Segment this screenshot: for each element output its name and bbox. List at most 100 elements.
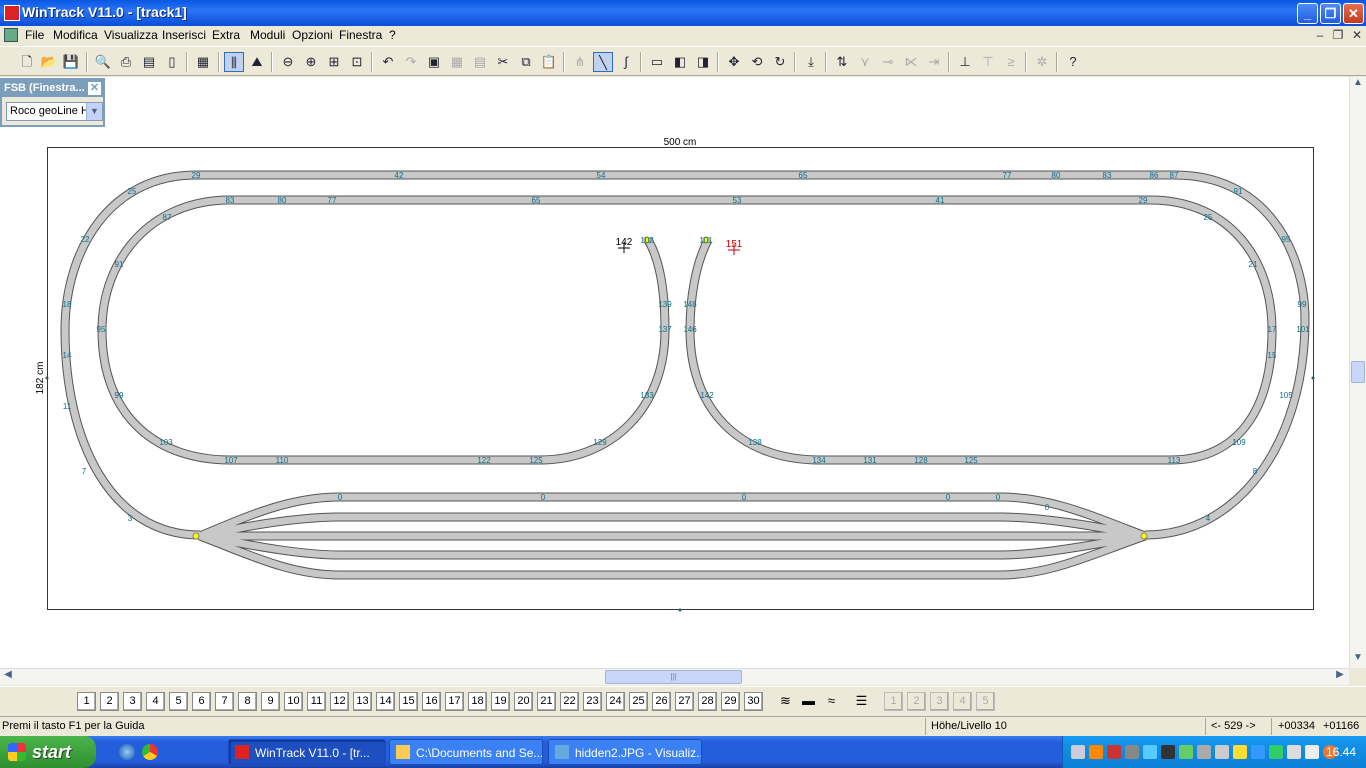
switch-tool-icon[interactable]: ⋔	[570, 52, 590, 72]
layers-icon[interactable]: ≋	[776, 692, 795, 711]
open-folder-icon[interactable]: 📂	[39, 52, 59, 72]
library-icon[interactable]: ▦	[193, 52, 213, 72]
layer-button-26[interactable]: 26	[652, 692, 671, 711]
layer-edit-icon[interactable]: ≈	[822, 692, 841, 711]
menu-finestra[interactable]: Finestra	[339, 28, 382, 42]
vertical-scroll-thumb[interactable]	[1351, 361, 1365, 383]
layer-extra-button-3[interactable]: 3	[930, 692, 949, 711]
layer-button-7[interactable]: 7	[215, 692, 234, 711]
straight-track-icon[interactable]: ╲	[593, 52, 613, 72]
layer-button-25[interactable]: 25	[629, 692, 648, 711]
start-button[interactable]: start	[0, 736, 96, 768]
layer-extra-button-5[interactable]: 5	[976, 692, 995, 711]
library-select[interactable]: Roco geoLine H ▼	[6, 102, 103, 121]
tray-icon-11[interactable]	[1251, 745, 1265, 759]
layer-stack-icon[interactable]: ☰	[852, 692, 871, 711]
tray-icon-12[interactable]	[1269, 745, 1283, 759]
redo-icon[interactable]: ↷	[401, 52, 421, 72]
layers-red-icon[interactable]: ◧	[670, 52, 690, 72]
chevron-down-icon[interactable]: ▼	[86, 103, 102, 120]
print-icon[interactable]: ⎙	[116, 52, 136, 72]
layer-button-10[interactable]: 10	[284, 692, 303, 711]
measure-icon[interactable]: ⊥	[955, 52, 975, 72]
layer-extra-button-1[interactable]: 1	[884, 692, 903, 711]
zoom-area-icon[interactable]: ⊞	[324, 52, 344, 72]
split-icon[interactable]: ⋎	[855, 52, 875, 72]
save-icon[interactable]: 💾	[61, 52, 81, 72]
layer-button-27[interactable]: 27	[675, 692, 694, 711]
layer-button-3[interactable]: 3	[123, 692, 142, 711]
tray-icon-5[interactable]	[1143, 745, 1157, 759]
volume-icon[interactable]	[1305, 745, 1319, 759]
tray-icon-7[interactable]	[1179, 745, 1193, 759]
layer-button-13[interactable]: 13	[353, 692, 372, 711]
scroll-right-icon[interactable]: ▶	[1332, 669, 1348, 685]
tray-icon-1[interactable]	[1071, 745, 1085, 759]
drawing-canvas[interactable]: 500 cm 182 cm 29 42 54 65 77 80 83 86 87…	[0, 77, 1349, 668]
layer-button-8[interactable]: 8	[238, 692, 257, 711]
scroll-up-icon[interactable]: ▲	[1350, 77, 1366, 93]
layer-button-23[interactable]: 23	[583, 692, 602, 711]
print-setup-icon[interactable]: ▤	[139, 52, 159, 72]
tray-icon-13[interactable]	[1287, 745, 1301, 759]
layer-extra-button-4[interactable]: 4	[953, 692, 972, 711]
layer-extra-button-2[interactable]: 2	[907, 692, 926, 711]
layer-button-18[interactable]: 18	[468, 692, 487, 711]
minimize-button[interactable]: _	[1297, 3, 1318, 24]
fsb-close-icon[interactable]: ✕	[88, 82, 101, 95]
layer-button-11[interactable]: 11	[307, 692, 326, 711]
security-icon[interactable]	[1233, 745, 1247, 759]
track-layout[interactable]: 500 cm 182 cm 29 42 54 65 77 80 83 86 87…	[0, 77, 1349, 668]
ungroup-icon[interactable]: ▤	[470, 52, 490, 72]
undo-icon[interactable]: ↶	[378, 52, 398, 72]
layer-button-1[interactable]: 1	[77, 692, 96, 711]
menu-modifica[interactable]: Modifica	[53, 28, 98, 42]
copy-icon[interactable]: ⧉	[516, 52, 536, 72]
menu-opzioni[interactable]: Opzioni	[292, 28, 333, 42]
cut-icon[interactable]: ✂	[493, 52, 513, 72]
tray-icon-3[interactable]	[1107, 745, 1121, 759]
zoom-fit-icon[interactable]: ⊡	[347, 52, 367, 72]
layer-button-30[interactable]: 30	[744, 692, 763, 711]
document-icon[interactable]	[4, 28, 18, 42]
layer-button-5[interactable]: 5	[169, 692, 188, 711]
height-icon[interactable]: ⇅	[832, 52, 852, 72]
wifi-icon[interactable]	[1215, 745, 1229, 759]
layer-button-6[interactable]: 6	[192, 692, 211, 711]
network-icon[interactable]	[1197, 745, 1211, 759]
measure2-icon[interactable]: ⊤	[978, 52, 998, 72]
mdi-restore-icon[interactable]: ❐	[1331, 28, 1345, 42]
track-select-icon[interactable]: ⫼	[224, 52, 244, 72]
landscape-icon[interactable]: ⛰	[247, 52, 267, 72]
layer-button-15[interactable]: 15	[399, 692, 418, 711]
tray-icon-6[interactable]	[1161, 745, 1175, 759]
extend-icon[interactable]: ⇥	[924, 52, 944, 72]
connect-icon[interactable]: ⤓	[801, 52, 821, 72]
settings-icon[interactable]: ✲	[1032, 52, 1052, 72]
line-icon[interactable]: ⊸	[878, 52, 898, 72]
task-explorer[interactable]: C:\Documents and Se...	[389, 739, 543, 765]
measure3-icon[interactable]: ≥	[1001, 52, 1021, 72]
layer-button-9[interactable]: 9	[261, 692, 280, 711]
close-button[interactable]: ✕	[1343, 3, 1364, 24]
layer-button-17[interactable]: 17	[445, 692, 464, 711]
horizontal-scrollbar[interactable]: ◀ ||| ▶	[0, 668, 1349, 685]
layer-button-4[interactable]: 4	[146, 692, 165, 711]
new-file-icon[interactable]: 🗋	[17, 52, 37, 72]
layer-button-19[interactable]: 19	[491, 692, 510, 711]
group-icon[interactable]: ▦	[447, 52, 467, 72]
layer-button-14[interactable]: 14	[376, 692, 395, 711]
rotate-icon[interactable]: ⟲	[747, 52, 767, 72]
page-icon[interactable]: ▯	[162, 52, 182, 72]
rectangle-icon[interactable]: ▭	[647, 52, 667, 72]
zoom-in-icon[interactable]: ⊕	[301, 52, 321, 72]
layer-button-16[interactable]: 16	[422, 692, 441, 711]
print-preview-icon[interactable]: 🔍	[93, 52, 113, 72]
layer-button-12[interactable]: 12	[330, 692, 349, 711]
paste-icon[interactable]: 📋	[539, 52, 559, 72]
menu-file[interactable]: File	[25, 28, 44, 42]
layer-button-22[interactable]: 22	[560, 692, 579, 711]
restore-button[interactable]: ❐	[1320, 3, 1341, 24]
layer-button-29[interactable]: 29	[721, 692, 740, 711]
rotate-180-icon[interactable]: ↻	[770, 52, 790, 72]
